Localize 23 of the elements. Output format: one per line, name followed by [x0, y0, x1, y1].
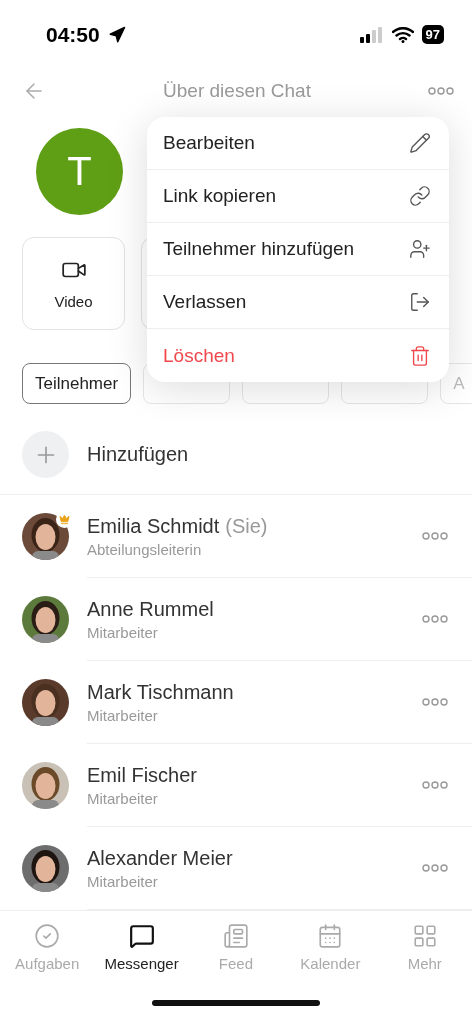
menu-item[interactable]: Bearbeiten [147, 117, 449, 171]
member-name: Anne Rummel [87, 597, 214, 621]
menu-item[interactable]: Verlassen [147, 276, 449, 330]
add-label[interactable]: Hinzufügen [87, 443, 189, 467]
member-name: Mark Tischmann [87, 680, 234, 704]
member-name: Emil Fischer [87, 763, 197, 787]
filter-tab[interactable]: Teilnehmer [22, 363, 132, 405]
self-label: (Sie) [225, 514, 268, 538]
member-role: Mitarbeiter [87, 706, 159, 724]
chat-avatar: T [36, 128, 123, 216]
screen-title: Über diesen Chat [163, 79, 311, 102]
member-role: Mitarbeiter [87, 789, 159, 807]
member-name: Alexander Meier [87, 846, 233, 870]
member-role: Mitarbeiter [87, 623, 159, 641]
clock: 04:50 [46, 22, 100, 47]
video-call-button[interactable]: Video [22, 237, 125, 331]
member-role: Abteilungsleiterin [87, 540, 203, 558]
tab-bar-item[interactable]: Messenger [96, 923, 187, 983]
member-role: Mitarbeiter [87, 872, 159, 890]
battery-level: 97 [421, 25, 444, 45]
menu-item[interactable]: Teilnehmer hinzufügen [147, 223, 449, 277]
menu-item[interactable]: Link kopieren [147, 170, 449, 224]
member-name: Emilia Schmidt [87, 514, 220, 538]
